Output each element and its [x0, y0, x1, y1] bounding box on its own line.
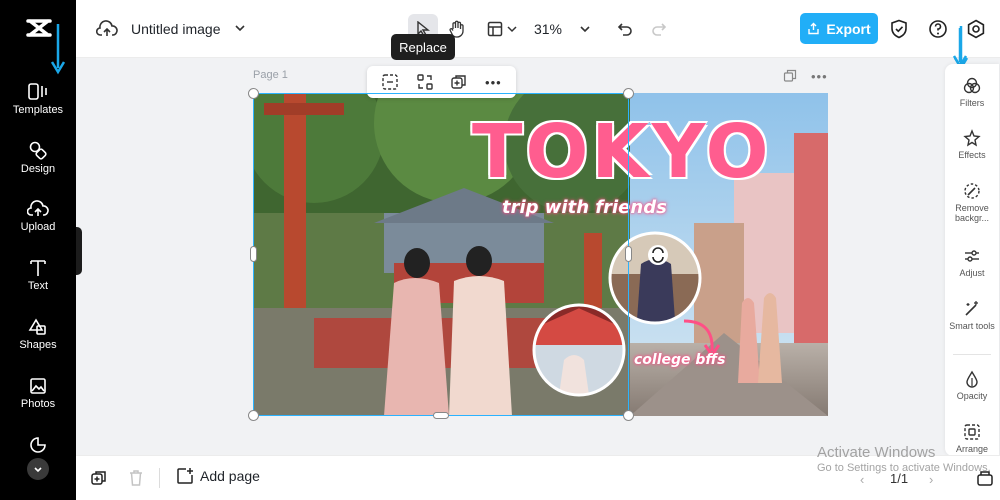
sidebar-item-label: Templates — [12, 104, 64, 116]
tool-label: Remove backgr... — [954, 203, 990, 223]
tool-label: Adjust — [959, 268, 985, 278]
zoom-dropdown-button[interactable] — [572, 14, 598, 44]
tool-label: Filters — [959, 98, 985, 108]
resize-handle-left[interactable] — [250, 246, 257, 262]
resize-handle-bottom-left[interactable] — [248, 410, 259, 421]
poster-caption[interactable]: college bffs — [634, 352, 725, 368]
watermark-title: Activate Windows — [817, 444, 936, 461]
tool-smart-tools[interactable]: Smart tools — [945, 300, 999, 331]
resize-handle-top-left[interactable] — [248, 88, 259, 99]
sidebar-item-shapes[interactable]: Shapes — [0, 318, 76, 351]
remove-background-icon — [964, 183, 980, 199]
smart-tools-icon — [965, 301, 978, 316]
redo-icon — [652, 23, 667, 36]
arrange-icon — [964, 424, 980, 440]
upload-icon — [27, 200, 49, 216]
resize-handle-right[interactable] — [625, 246, 632, 262]
tool-effects[interactable]: Effects — [945, 129, 999, 160]
export-button[interactable]: Export — [800, 13, 878, 44]
sidebar-item-label: Design — [20, 163, 56, 175]
sidebar-item-label: Text — [27, 280, 49, 292]
help-icon[interactable] — [928, 19, 948, 39]
capcut-logo[interactable] — [25, 14, 53, 42]
crop-select-icon[interactable] — [381, 73, 399, 91]
tool-remove-background[interactable]: Remove backgr... — [945, 182, 999, 223]
shapes-icon — [28, 318, 46, 335]
poster-subtitle[interactable]: trip with friends — [502, 197, 667, 218]
duplicate-page-icon[interactable] — [90, 469, 108, 487]
panel-divider — [953, 354, 991, 355]
pie-icon — [30, 437, 46, 453]
layout-icon — [487, 21, 502, 37]
more-options-icon[interactable]: ••• — [485, 75, 502, 90]
effects-icon — [963, 129, 981, 147]
undo-button[interactable] — [610, 14, 640, 44]
zoom-level[interactable]: 31% — [528, 14, 568, 44]
undo-icon — [617, 23, 632, 36]
image-floating-toolbar: ••• — [367, 66, 516, 98]
left-sidebar: Templates Design Upload Text Shapes Phot… — [0, 0, 76, 500]
layout-menu-button[interactable] — [482, 14, 522, 44]
resize-handle-bottom-right[interactable] — [623, 410, 634, 421]
gear-icon[interactable] — [966, 19, 986, 39]
adjust-icon — [965, 250, 979, 262]
tool-label: Effects — [958, 150, 986, 160]
chevron-down-icon — [34, 467, 42, 473]
chevron-down-icon[interactable] — [234, 22, 246, 34]
bottom-divider — [159, 468, 160, 488]
add-page-icon — [177, 468, 193, 484]
top-toolbar: Untitled image 31% Export — [76, 0, 1000, 71]
text-icon — [30, 260, 46, 276]
design-icon — [29, 141, 47, 160]
templates-icon — [28, 83, 47, 100]
opacity-icon — [966, 370, 978, 388]
sidebar-item-label: Upload — [20, 221, 56, 233]
add-page-label: Add page — [200, 468, 260, 484]
cloud-sync-icon[interactable] — [96, 20, 118, 38]
tool-opacity[interactable]: Opacity — [945, 370, 999, 401]
chevron-down-icon — [580, 26, 590, 33]
page-label: Page 1 — [253, 69, 288, 81]
tool-label: Smart tools — [949, 321, 995, 331]
sidebar-item-label: Photos — [20, 398, 56, 410]
trash-icon[interactable] — [128, 469, 144, 487]
duplicate-page-icon[interactable] — [783, 69, 797, 83]
sidebar-item-templates[interactable]: Templates — [0, 83, 76, 116]
replace-icon[interactable] — [416, 73, 434, 91]
redo-button[interactable] — [644, 14, 674, 44]
sidebar-item-more[interactable] — [0, 436, 76, 457]
tool-label: Opacity — [956, 391, 988, 401]
photos-icon — [30, 378, 46, 394]
activate-windows-watermark: Activate Windows Go to Settings to activ… — [817, 444, 991, 475]
export-icon — [808, 22, 820, 35]
page-more-icon[interactable]: ••• — [811, 69, 828, 84]
sidebar-item-upload[interactable]: Upload — [0, 200, 76, 233]
sidebar-item-design[interactable]: Design — [0, 141, 76, 175]
chevron-down-icon — [506, 26, 517, 33]
shield-icon[interactable] — [890, 19, 908, 39]
sidebar-item-label: Shapes — [19, 339, 57, 351]
sidebar-item-photos[interactable]: Photos — [0, 377, 76, 410]
resize-handle-bottom[interactable] — [433, 412, 449, 419]
replace-tooltip: Replace — [391, 34, 455, 60]
tool-filters[interactable]: Filters — [945, 77, 999, 108]
canvas-artboard[interactable]: TOKYO trip with friends college bffs — [254, 93, 828, 416]
sidebar-collapse-handle[interactable] — [76, 227, 82, 275]
export-label: Export — [826, 20, 871, 37]
sidebar-item-text[interactable]: Text — [0, 259, 76, 292]
document-title[interactable]: Untitled image — [131, 21, 221, 37]
duplicate-icon[interactable] — [450, 73, 468, 91]
tool-adjust[interactable]: Adjust — [945, 247, 999, 278]
filters-icon — [963, 77, 981, 94]
poster-headline[interactable]: TOKYO — [472, 109, 772, 195]
arrow-down-icon — [50, 24, 66, 75]
resize-handle-top-right[interactable] — [623, 88, 634, 99]
right-tools-panel: Filters Effects Remove backgr... Adjust … — [945, 64, 999, 456]
add-page-button[interactable]: Add page — [176, 467, 260, 485]
sidebar-expand-button[interactable] — [27, 458, 49, 480]
watermark-subtitle: Go to Settings to activate Windows. — [817, 462, 991, 474]
